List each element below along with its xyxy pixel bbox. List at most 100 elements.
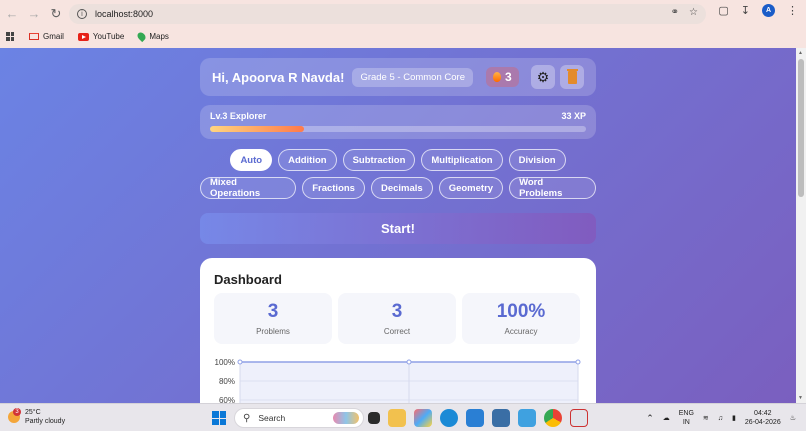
- clock-date: 26-04-2026: [744, 419, 781, 426]
- reload-icon[interactable]: ↻: [46, 4, 66, 24]
- wifi-icon[interactable]: ≋: [703, 414, 709, 422]
- stat-value: 3: [391, 301, 403, 322]
- weather-desc: Partly cloudy: [25, 418, 66, 425]
- snipping-tool-icon[interactable]: [570, 409, 588, 427]
- chart-y-tick-label: 60%: [219, 396, 235, 403]
- battery-icon[interactable]: ▮: [732, 414, 736, 422]
- chevron-up-icon[interactable]: ⌃: [646, 413, 654, 424]
- scroll-up-icon[interactable]: ▲: [798, 50, 803, 56]
- lang-top: ENG: [678, 410, 694, 417]
- address-bar[interactable]: i localhost:8000 ⚭ ☆: [69, 4, 706, 24]
- toolbar-actions: ▢ ↧ A ⋮: [718, 4, 798, 17]
- weather-sun-icon: 3: [8, 408, 21, 423]
- dashboard-title: Dashboard: [214, 272, 282, 287]
- topic-chip-addition[interactable]: Addition: [278, 149, 337, 171]
- page-scrollbar[interactable]: ▲ ▼: [796, 48, 806, 403]
- topic-chip-subtraction[interactable]: Subtraction: [342, 149, 416, 171]
- start-button[interactable]: Start!: [200, 213, 596, 244]
- grade-badge[interactable]: Grade 5 - Common Core: [352, 67, 473, 87]
- windows-taskbar: 3 25°C Partly cloudy ⚲ Search ⌃ ☁ ENG IN…: [0, 403, 806, 431]
- search-icon: ⚲: [243, 412, 251, 424]
- settings-button[interactable]: ⚙: [531, 65, 555, 89]
- gmail-icon: [29, 33, 39, 40]
- chart-point: [575, 359, 581, 365]
- app-page: Hi, Apoorva R Navda! Grade 5 - Common Co…: [0, 48, 796, 403]
- forward-icon[interactable]: →: [24, 4, 44, 24]
- tab-search-icon[interactable]: ▢: [718, 4, 728, 17]
- topic-chip-geometry[interactable]: Geometry: [438, 177, 504, 199]
- vscode-icon[interactable]: [466, 409, 484, 427]
- stat-label: Problems: [256, 327, 290, 336]
- chart-point: [406, 359, 412, 365]
- bookmark-label: Gmail: [43, 32, 64, 41]
- stat-label: Accuracy: [504, 327, 538, 336]
- accuracy-chart: 100% 80% 60%: [214, 358, 584, 403]
- file-explorer-icon[interactable]: [388, 409, 406, 427]
- browser-chrome: ← → ↻ i localhost:8000 ⚭ ☆ ▢ ↧ A ⋮ Gmail…: [0, 0, 806, 48]
- reset-button[interactable]: [560, 65, 584, 89]
- topic-chip-decimals[interactable]: Decimals: [370, 177, 433, 199]
- topic-chip-mixed-operations[interactable]: Mixed Operations: [200, 177, 297, 199]
- password-key-icon[interactable]: ⚭: [671, 7, 679, 18]
- language-indicator[interactable]: ENG IN: [679, 409, 694, 427]
- bookmark-star-icon[interactable]: ☆: [689, 7, 698, 18]
- chrome-icon[interactable]: [544, 409, 562, 427]
- clock-time: 04:42: [754, 410, 772, 417]
- streak-badge: 3: [485, 67, 519, 87]
- bookmarks-bar: Gmail YouTube Maps: [0, 27, 806, 46]
- weather-temp: 25°C: [25, 409, 41, 416]
- copilot-icon[interactable]: [414, 409, 432, 427]
- download-icon[interactable]: ↧: [741, 4, 750, 17]
- bookmark-gmail[interactable]: Gmail: [29, 32, 64, 41]
- chart-y-tick-label: 100%: [215, 358, 235, 367]
- xp-points: 33 XP: [561, 111, 586, 121]
- bookmark-youtube[interactable]: YouTube: [77, 32, 125, 41]
- topic-chip-fractions[interactable]: Fractions: [302, 177, 365, 199]
- clock[interactable]: 04:42 26-04-2026: [745, 409, 781, 427]
- lang-bottom: IN: [682, 419, 690, 426]
- bookmark-label: Maps: [149, 32, 169, 41]
- store-icon[interactable]: [492, 409, 510, 427]
- chart-y-tick-label: 80%: [219, 377, 235, 386]
- calculator-icon[interactable]: [518, 409, 536, 427]
- scroll-down-icon[interactable]: ▼: [798, 395, 803, 401]
- volume-icon[interactable]: ♫: [718, 415, 723, 422]
- search-placeholder: Search: [258, 413, 286, 423]
- greeting-text: Hi, Apoorva R Navda!: [212, 69, 345, 85]
- topic-chip-multiplication[interactable]: Multiplication: [421, 149, 503, 171]
- stat-accuracy: 100% Accuracy: [462, 293, 580, 344]
- streak-count: 3: [504, 70, 512, 84]
- edge-icon[interactable]: [440, 409, 458, 427]
- topic-chips-row-1: Auto Addition Subtraction Multiplication Div…: [200, 149, 596, 171]
- header-card: Hi, Apoorva R Navda! Grade 5 - Common Co…: [200, 58, 596, 96]
- stat-label: Correct: [383, 327, 411, 336]
- weather-alert-badge: 3: [13, 408, 21, 416]
- notification-bell-icon[interactable]: ♨: [790, 414, 796, 422]
- profile-avatar[interactable]: A: [762, 4, 775, 17]
- task-view-icon[interactable]: [368, 412, 380, 424]
- youtube-icon: [77, 32, 89, 41]
- site-info-icon[interactable]: i: [77, 9, 87, 19]
- weather-widget[interactable]: 3 25°C Partly cloudy: [8, 408, 65, 426]
- stat-correct: 3 Correct: [338, 293, 456, 344]
- windows-start-icon[interactable]: [212, 411, 226, 425]
- url-text: localhost:8000: [95, 9, 154, 19]
- topic-chip-word-problems[interactable]: Word Problems: [509, 177, 596, 199]
- network-cloud-icon[interactable]: ☁: [663, 414, 670, 422]
- apps-grid-icon[interactable]: [6, 32, 15, 41]
- maps-icon: [136, 30, 148, 43]
- stat-value: 3: [267, 301, 279, 322]
- bookmark-label: YouTube: [92, 32, 125, 41]
- menu-kebab-icon[interactable]: ⋮: [787, 4, 798, 17]
- trash-icon: [566, 68, 578, 84]
- accuracy-chart-svg: 100% 80% 60%: [215, 358, 581, 403]
- taskbar-search[interactable]: ⚲ Search: [234, 408, 364, 428]
- bookmark-maps[interactable]: Maps: [136, 30, 169, 43]
- topic-chip-auto[interactable]: Auto: [230, 149, 273, 171]
- stats-row: 3 Problems 3 Correct 100% Accuracy: [214, 293, 582, 344]
- back-icon[interactable]: ←: [2, 4, 22, 24]
- topic-chip-division[interactable]: Division: [508, 149, 566, 171]
- scrollbar-thumb[interactable]: [798, 59, 804, 197]
- stat-value: 100%: [496, 301, 546, 322]
- xp-progress-fill: [210, 126, 304, 132]
